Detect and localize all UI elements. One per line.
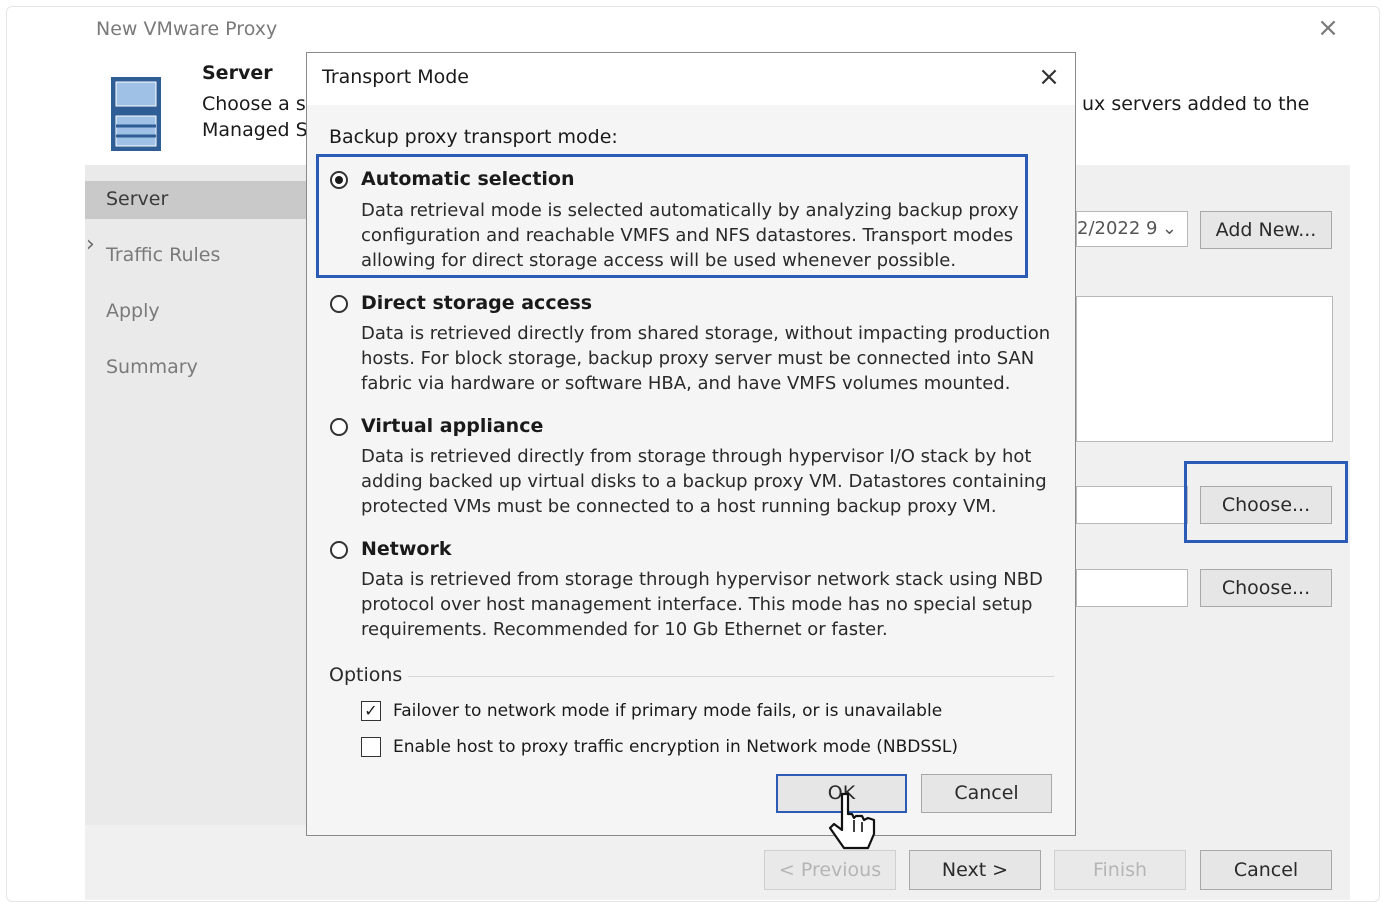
checkbox-failover[interactable]: ✓ <box>361 701 381 721</box>
dialog-cancel-button[interactable]: Cancel <box>921 774 1052 813</box>
wizard-title: New VMware Proxy <box>96 18 278 40</box>
option-title-direct-storage[interactable]: Direct storage access <box>361 292 592 314</box>
next-button[interactable]: Next > <box>909 850 1041 890</box>
desc-line: Data retrieval mode is selected automati… <box>361 200 1019 221</box>
mouse-cursor-icon <box>828 790 886 870</box>
choose-button-highlight <box>1184 461 1348 543</box>
option-desc-virtual-appliance: Data is retrieved directly from storage … <box>361 444 1051 519</box>
header-description-line2: Managed Se <box>202 119 320 141</box>
options-divider <box>408 676 1054 677</box>
server-details-box <box>1076 296 1333 442</box>
header-title: Server <box>202 62 273 84</box>
radio-virtual-appliance[interactable] <box>330 418 348 436</box>
server-icon <box>110 76 162 152</box>
option-title-virtual-appliance[interactable]: Virtual appliance <box>361 415 543 437</box>
desc-line: configuration and reachable VMFS and NFS… <box>361 225 1014 246</box>
option-desc-automatic: Data retrieval mode is selected automati… <box>361 198 1051 273</box>
option-title-network[interactable]: Network <box>361 538 451 560</box>
choose-datastores-button[interactable]: Choose... <box>1200 569 1332 607</box>
nav-item-summary[interactable]: Summary <box>106 356 198 378</box>
transport-mode-prompt: Backup proxy transport mode: <box>329 126 618 148</box>
desc-line: fabric via hardware or software HBA, and… <box>361 373 1011 394</box>
desc-line: Data is retrieved from storage through h… <box>361 569 1043 590</box>
header-description-line1: Choose a se <box>202 93 318 115</box>
desc-line: Data is retrieved directly from storage … <box>361 446 1032 467</box>
nav-item-server[interactable]: Server <box>106 188 168 210</box>
radio-automatic-selection[interactable] <box>330 171 348 189</box>
dialog-title: Transport Mode <box>322 66 469 88</box>
checkbox-nbdssl[interactable] <box>361 737 381 757</box>
nav-item-apply[interactable]: Apply <box>106 300 160 322</box>
desc-line: adding backed up virtual disks to a back… <box>361 471 1047 492</box>
desc-line: protocol over host management interface.… <box>361 594 1033 615</box>
transport-mode-field <box>1076 486 1188 524</box>
radio-direct-storage-access[interactable] <box>330 295 348 313</box>
chevron-right-icon: › <box>86 232 95 257</box>
desc-line: requirements. Recommended for 10 Gb Ethe… <box>361 619 888 640</box>
connected-datastores-field <box>1076 569 1188 607</box>
wizard-close-button[interactable]: × <box>1314 14 1342 42</box>
desc-line: hosts. For block storage, backup proxy s… <box>361 348 1035 369</box>
chevron-down-icon: ⌄ <box>1161 218 1177 239</box>
option-desc-direct-storage: Data is retrieved directly from shared s… <box>361 321 1051 396</box>
desc-line: allowing for direct storage access will … <box>361 250 957 271</box>
desc-line: Data is retrieved directly from shared s… <box>361 323 1051 344</box>
options-group-label: Options <box>329 664 403 686</box>
add-new-button[interactable]: Add New... <box>1200 211 1332 249</box>
radio-network[interactable] <box>330 541 348 559</box>
checkbox-nbdssl-label[interactable]: Enable host to proxy traffic encryption … <box>393 737 958 757</box>
checkbox-failover-label[interactable]: Failover to network mode if primary mode… <box>393 701 942 721</box>
option-title-automatic[interactable]: Automatic selection <box>361 168 575 190</box>
desc-line: protected VMs must be connected to a hos… <box>361 496 997 517</box>
wizard-cancel-button[interactable]: Cancel <box>1200 850 1332 890</box>
dialog-close-button[interactable]: × <box>1034 62 1064 92</box>
header-description-right: ux servers added to the <box>1082 93 1310 115</box>
option-desc-network: Data is retrieved from storage through h… <box>361 567 1051 642</box>
server-select[interactable]: 2/2022 9 ⌄ <box>1076 211 1188 247</box>
server-select-value: 2/2022 9 <box>1077 218 1158 239</box>
finish-button[interactable]: Finish <box>1054 850 1186 890</box>
nav-item-traffic-rules[interactable]: Traffic Rules <box>106 244 220 266</box>
